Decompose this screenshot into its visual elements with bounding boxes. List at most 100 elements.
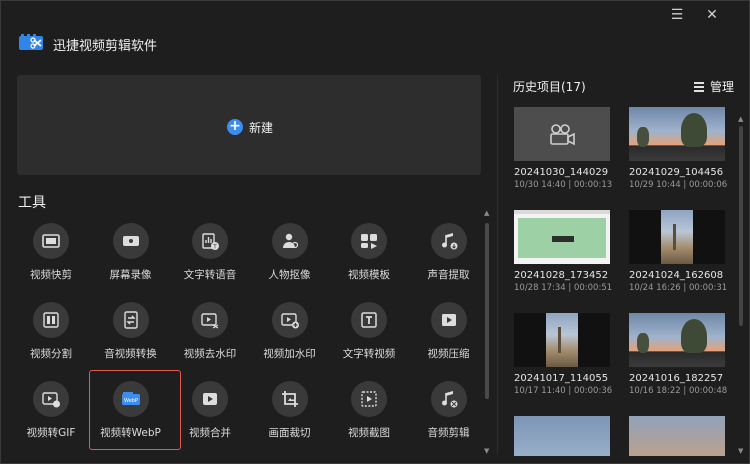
history-meta: 10/16 18:22 | 00:00:48 [629,386,728,396]
history-title: 历史项目(17) [513,80,586,94]
new-project-label: 新建 [249,120,274,135]
history-meta: 10/29 10:44 | 00:00:06 [629,180,728,190]
manage-label: 管理 [710,80,735,94]
history-card[interactable]: 20241028_173452 10/28 17:34 | 00:00:51 [514,210,613,293]
tool-split[interactable]: 视频分割 [11,302,91,362]
history-scroll-down-icon[interactable]: ▼ [738,447,743,455]
list-icon [694,82,704,92]
history-thumbnail [629,313,725,367]
scroll-down-icon[interactable]: ▼ [484,447,489,455]
tool-label: 视频加水印 [263,348,316,360]
tool-label: 音视频转换 [104,348,157,360]
history-name: 20241030_144029 [514,167,609,178]
tool-label: 屏幕录像 [109,269,152,281]
tool-label: 视频截图 [348,427,390,439]
history-card[interactable]: 20241029_104456 10/29 10:44 | 00:00:06 [629,107,728,190]
svg-text:T: T [212,244,217,251]
tool-label: 音频剪辑 [427,427,470,439]
history-thumbnail [514,210,610,264]
history-name: 20241024_162608 [629,270,724,281]
film-icon [33,223,69,259]
history-meta: 10/30 14:40 | 00:00:13 [514,180,613,190]
tool-label: 视频压缩 [427,348,470,360]
history-card[interactable]: 20241016_182257 10/16 18:22 | 00:00:48 [629,313,728,396]
tool-label: 声音提取 [427,269,470,281]
tool-template[interactable]: 视频模板 [329,223,409,283]
title-bar: 迅捷视频剪辑软件 ☰ ✕ [1,1,750,61]
screen-record-icon [112,223,149,259]
panel-divider [497,75,498,455]
tool-film[interactable]: 视频快剪 [11,223,91,283]
history-scrollbar[interactable] [739,126,743,326]
tool-audio-edit[interactable]: 音频剪辑 [409,381,489,441]
tool-text-to-video[interactable]: 文字转视频 [329,302,409,362]
tool-screenshot[interactable]: 视频截图 [329,381,409,441]
history-name: 20241017_114055 [514,373,609,384]
menu-icon[interactable]: ☰ [669,7,685,23]
tool-add-watermark[interactable]: 视频加水印 [250,302,330,362]
scroll-up-icon[interactable]: ▲ [484,209,489,217]
tool-label: 视频合并 [189,427,231,439]
remove-watermark-icon [192,302,228,338]
tool-compress[interactable]: 视频压缩 [409,302,489,362]
compress-icon [430,302,467,338]
gif-icon [33,381,69,417]
tool-label: 画面裁切 [268,427,311,439]
plus-icon: + [227,119,243,135]
video-camera-icon [550,124,575,146]
new-project-button[interactable]: + 新建 [227,118,273,136]
tool-crop[interactable]: 画面裁切 [250,381,330,441]
tool-screen-record[interactable]: 屏幕录像 [91,223,171,283]
tool-music-extract[interactable]: 声音提取 [409,223,489,283]
history-card[interactable]: 20241024_162608 10/24 16:26 | 00:00:31 [629,210,728,293]
tool-label: 视频去水印 [183,348,237,360]
app-logo-icon [19,34,43,50]
history-card[interactable]: 20241030_144029 10/30 14:40 | 00:00:13 [514,107,613,190]
tools-scrollbar[interactable] [485,223,489,399]
tool-label: 文字转语音 [183,269,237,281]
app-window: 迅捷视频剪辑软件 ☰ ✕ + 新建 工具 视频快剪 屏幕录像 T 文字转语音 人物抠像视… [0,0,750,464]
text-to-speech-icon: T [192,223,228,259]
selected-tool-frame [89,370,181,450]
split-icon [33,302,69,338]
tool-convert[interactable]: 音视频转换 [91,302,171,362]
tool-merge[interactable]: 视频合并 [170,381,250,441]
history-name: 20241028_173452 [514,270,609,281]
merge-icon [192,381,228,417]
app-title: 迅捷视频剪辑软件 [53,39,158,54]
text-to-video-icon [351,302,387,338]
history-card-partial[interactable] [514,416,610,456]
history-thumbnail [514,107,610,161]
tool-text-to-speech[interactable]: T 文字转语音 [170,223,250,283]
tool-person-cutout[interactable]: 人物抠像 [250,223,330,283]
history-name: 20241029_104456 [629,167,724,178]
crop-icon [271,381,308,417]
tool-remove-watermark[interactable]: 视频去水印 [170,302,250,362]
history-meta: 10/24 16:26 | 00:00:31 [629,283,728,293]
tool-gif[interactable]: 视频转GIF [11,381,91,441]
audio-edit-icon [430,381,467,417]
tool-label: 视频模板 [348,269,390,281]
close-icon[interactable]: ✕ [704,7,720,23]
history-card[interactable]: 20241017_114055 10/17 11:40 | 00:00:36 [514,313,613,396]
history-thumbnail [629,107,725,161]
tool-label: 人物抠像 [268,269,311,281]
convert-icon [112,302,149,338]
template-icon [351,223,387,259]
music-extract-icon [430,223,467,259]
tool-label: 视频转GIF [26,427,76,439]
add-watermark-icon [271,302,308,338]
person-cutout-icon [271,223,308,259]
history-name: 20241016_182257 [629,373,724,384]
tool-label: 视频快剪 [30,269,72,281]
history-thumbnail [629,210,725,264]
manage-button[interactable]: 管理 [694,78,734,95]
screenshot-icon [351,381,387,417]
history-meta: 10/17 11:40 | 00:00:36 [514,386,613,396]
history-card-partial[interactable] [629,416,725,456]
history-meta: 10/28 17:34 | 00:00:51 [514,283,613,293]
history-thumbnail [514,313,610,367]
history-scroll-up-icon[interactable]: ▲ [738,115,743,123]
tool-label: 文字转视频 [342,348,396,360]
tool-label: 视频分割 [30,348,72,360]
